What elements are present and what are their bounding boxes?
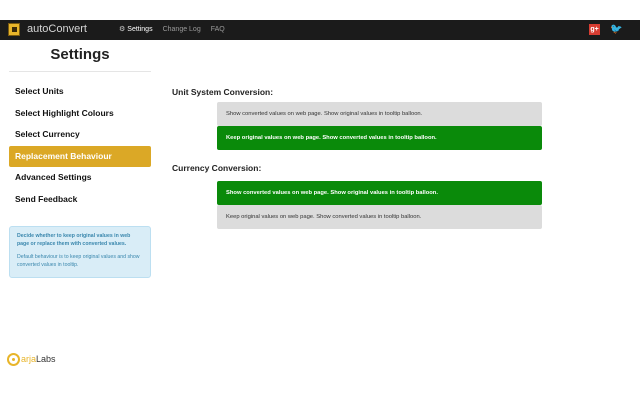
- currency-section-title: Currency Conversion:: [172, 163, 262, 173]
- gear-icon: ⚙: [119, 26, 126, 33]
- sidebar-item-select-currency[interactable]: Select Currency: [9, 124, 151, 146]
- nav-faq-label: FAQ: [210, 26, 225, 33]
- sidebar-menu: Select Units Select Highlight Colours Se…: [9, 81, 151, 210]
- sidebar-item-select-units[interactable]: Select Units: [9, 81, 151, 103]
- nav-settings-label: Settings: [127, 26, 153, 33]
- help-box: Decide whether to keep original values i…: [9, 226, 151, 278]
- page: autoConvert ⚙ Settings Change Log FAQ g+ …: [0, 0, 640, 400]
- sidebar: Settings Select Units Select Highlight C…: [9, 44, 151, 278]
- currency-option-keep-original[interactable]: Keep original values on web page. Show c…: [217, 205, 542, 229]
- app-title[interactable]: autoConvert: [27, 23, 87, 35]
- top-navbar: autoConvert ⚙ Settings Change Log FAQ g+ …: [0, 20, 640, 40]
- google-plus-icon[interactable]: g+: [589, 24, 600, 35]
- logo-ring-icon: [7, 352, 20, 366]
- nav-change-log[interactable]: Change Log: [158, 20, 206, 40]
- unit-section-title: Unit System Conversion:: [172, 87, 274, 97]
- currency-option-show-converted[interactable]: Show converted values on web page. Show …: [217, 181, 542, 205]
- logo-text-arja: arja: [21, 354, 37, 364]
- twitter-icon[interactable]: 🐦: [610, 24, 622, 35]
- unit-option-keep-original[interactable]: Keep original values on web page. Show c…: [217, 126, 542, 150]
- sidebar-item-advanced-settings[interactable]: Advanced Settings: [9, 167, 151, 189]
- help-default-note: Default behaviour is to keep original va…: [17, 254, 140, 268]
- unit-options: Show converted values on web page. Show …: [172, 102, 552, 150]
- sidebar-item-send-feedback[interactable]: Send Feedback: [9, 189, 151, 211]
- nav-faq[interactable]: FAQ: [206, 20, 230, 40]
- logo-text-labs: Labs: [36, 354, 56, 364]
- main-nav: ⚙ Settings Change Log FAQ: [114, 20, 230, 40]
- nav-change-log-label: Change Log: [162, 26, 201, 33]
- social-links: g+ 🐦: [589, 24, 622, 35]
- nav-settings[interactable]: ⚙ Settings: [114, 20, 158, 40]
- sidebar-item-replacement-behaviour[interactable]: Replacement Behaviour: [9, 145, 151, 167]
- unit-option-show-converted[interactable]: Show converted values on web page. Show …: [217, 102, 542, 126]
- sidebar-title: Settings: [9, 44, 151, 72]
- currency-options: Show converted values on web page. Show …: [172, 181, 552, 229]
- arjalabs-logo[interactable]: arja Labs: [7, 352, 56, 366]
- sidebar-item-select-highlight-colours[interactable]: Select Highlight Colours: [9, 103, 151, 125]
- app-logo-icon[interactable]: [8, 23, 20, 36]
- main-content: Unit System Conversion: Show converted v…: [172, 82, 552, 237]
- help-description: Decide whether to keep original values i…: [17, 233, 131, 247]
